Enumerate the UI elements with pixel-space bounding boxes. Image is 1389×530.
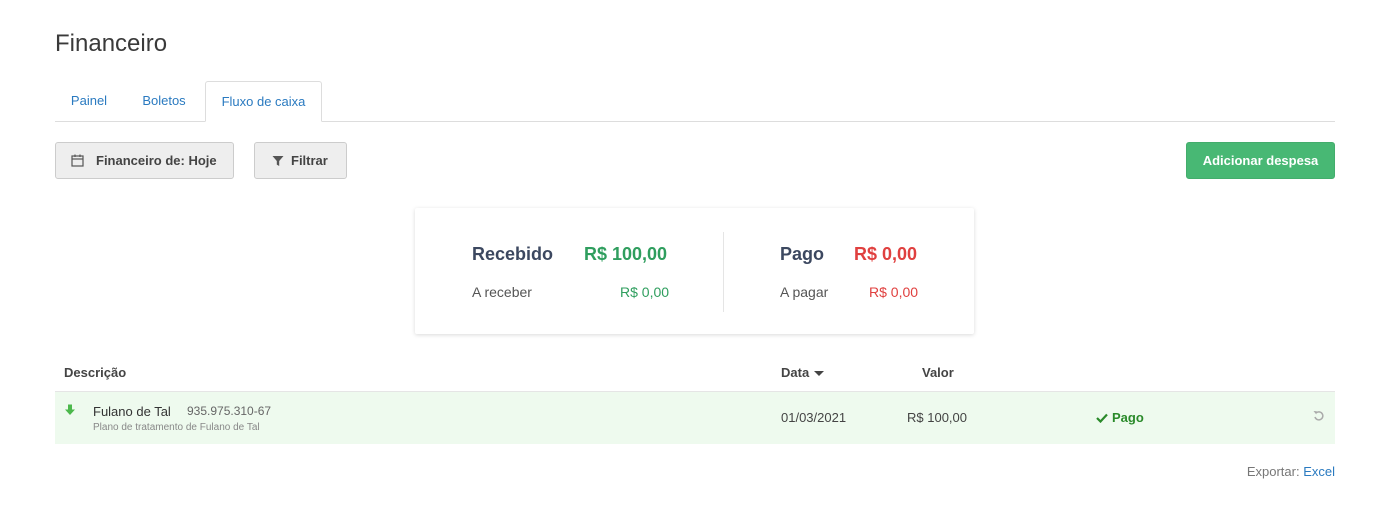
tab-painel[interactable]: Painel — [55, 81, 123, 122]
export-section: Exportar: Excel — [1247, 464, 1335, 479]
to-receive-label: A receber — [472, 284, 532, 300]
paid-amount: R$ 0,00 — [854, 244, 918, 264]
status-label: Pago — [1112, 410, 1144, 425]
filter-button[interactable]: Filtrar — [254, 142, 347, 179]
received-amount: R$ 100,00 — [584, 244, 668, 264]
column-header-date[interactable]: Data — [781, 365, 825, 380]
column-header-date-label: Data — [781, 365, 810, 380]
status-badge: Pago — [1096, 410, 1144, 425]
undo-icon[interactable] — [1313, 410, 1325, 425]
calendar-icon — [71, 154, 84, 167]
to-pay-label: A pagar — [780, 284, 829, 300]
tab-fluxo-de-caixa[interactable]: Fluxo de caixa — [205, 81, 322, 122]
tabs-bar: Painel Boletos Fluxo de caixa — [55, 81, 1335, 122]
filter-label: Filtrar — [291, 153, 328, 168]
row-document: 935.975.310-67 — [187, 404, 272, 418]
sort-desc-icon — [814, 371, 825, 377]
to-receive-amount: R$ 0,00 — [620, 284, 670, 300]
funnel-icon — [272, 155, 284, 167]
paid-label: Pago — [780, 244, 825, 264]
row-date: 01/03/2021 — [781, 410, 847, 425]
summary-divider — [723, 232, 724, 312]
export-excel-link[interactable]: Excel — [1303, 464, 1335, 479]
arrow-down-icon — [64, 404, 76, 419]
date-filter-label: Financeiro de: Hoje — [96, 153, 217, 168]
row-value: R$ 100,00 — [907, 410, 967, 425]
check-icon — [1096, 413, 1108, 423]
summary-card: Recebido R$ 100,00 A receber R$ 0,00 Pag… — [415, 208, 974, 334]
tab-boletos[interactable]: Boletos — [129, 81, 199, 122]
table-row[interactable]: Fulano de Tal 935.975.310-67 Plano de tr… — [55, 392, 1335, 444]
cash-flow-table: Descrição Data Valor Fulano de Tal 935.9… — [55, 358, 1335, 444]
date-filter-button[interactable]: Financeiro de: Hoje — [55, 142, 234, 179]
row-description: Plano de tratamento de Fulano de Tal — [93, 422, 260, 433]
row-name: Fulano de Tal — [93, 404, 171, 419]
page-title: Financeiro — [55, 30, 168, 57]
export-label: Exportar: — [1246, 464, 1300, 479]
received-label: Recebido — [472, 244, 554, 264]
table-header: Descrição Data Valor — [55, 358, 1335, 392]
to-pay-amount: R$ 0,00 — [869, 284, 919, 300]
column-header-value: Valor — [922, 365, 954, 380]
column-header-description: Descrição — [64, 365, 127, 380]
add-expense-button[interactable]: Adicionar despesa — [1186, 142, 1335, 179]
